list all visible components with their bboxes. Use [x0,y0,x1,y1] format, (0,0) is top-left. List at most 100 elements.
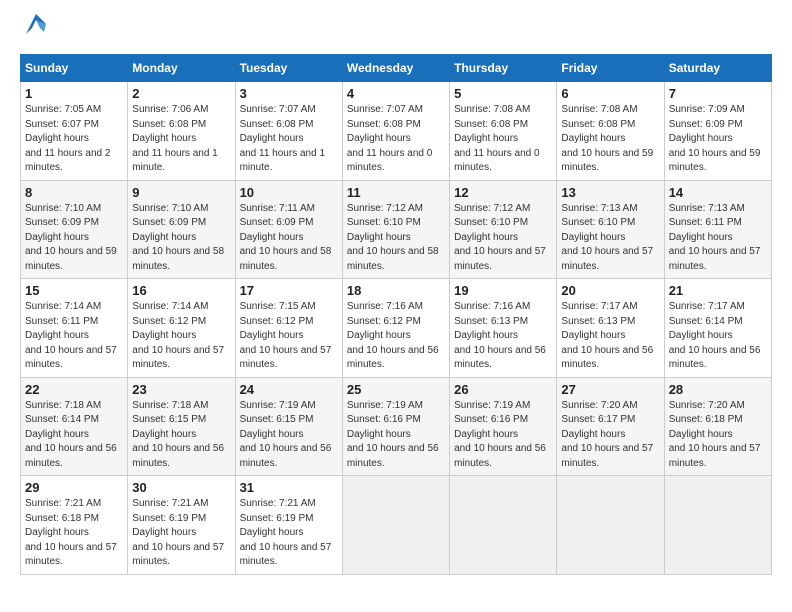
calendar-cell: 12 Sunrise: 7:12 AM Sunset: 6:10 PM Dayl… [450,180,557,279]
day-info: Sunrise: 7:07 AM Sunset: 6:08 PM Dayligh… [347,103,445,176]
day-info: Sunrise: 7:21 AM Sunset: 6:18 PM Dayligh… [25,497,123,570]
day-info: Sunrise: 7:21 AM Sunset: 6:19 PM Dayligh… [132,497,230,570]
weekday-header: Wednesday [342,55,449,82]
calendar-cell: 11 Sunrise: 7:12 AM Sunset: 6:10 PM Dayl… [342,180,449,279]
calendar-table: SundayMondayTuesdayWednesdayThursdayFrid… [20,54,772,575]
day-info: Sunrise: 7:20 AM Sunset: 6:18 PM Dayligh… [669,399,767,472]
day-number: 23 [132,382,230,397]
day-number: 18 [347,283,445,298]
calendar-cell: 7 Sunrise: 7:09 AM Sunset: 6:09 PM Dayli… [664,82,771,181]
calendar-cell [557,476,664,575]
day-number: 17 [240,283,338,298]
calendar-cell: 14 Sunrise: 7:13 AM Sunset: 6:11 PM Dayl… [664,180,771,279]
day-info: Sunrise: 7:19 AM Sunset: 6:16 PM Dayligh… [454,399,552,472]
day-number: 21 [669,283,767,298]
day-number: 25 [347,382,445,397]
day-info: Sunrise: 7:13 AM Sunset: 6:10 PM Dayligh… [561,202,659,275]
day-info: Sunrise: 7:10 AM Sunset: 6:09 PM Dayligh… [132,202,230,275]
calendar-cell: 6 Sunrise: 7:08 AM Sunset: 6:08 PM Dayli… [557,82,664,181]
calendar-cell [450,476,557,575]
day-info: Sunrise: 7:16 AM Sunset: 6:13 PM Dayligh… [454,300,552,373]
day-number: 13 [561,185,659,200]
day-number: 11 [347,185,445,200]
day-info: Sunrise: 7:17 AM Sunset: 6:14 PM Dayligh… [669,300,767,373]
calendar-cell: 28 Sunrise: 7:20 AM Sunset: 6:18 PM Dayl… [664,377,771,476]
day-number: 6 [561,86,659,101]
weekday-header: Sunday [21,55,128,82]
day-info: Sunrise: 7:13 AM Sunset: 6:11 PM Dayligh… [669,202,767,275]
day-number: 26 [454,382,552,397]
calendar-cell: 20 Sunrise: 7:17 AM Sunset: 6:13 PM Dayl… [557,279,664,378]
calendar-week-row: 15 Sunrise: 7:14 AM Sunset: 6:11 PM Dayl… [21,279,772,378]
calendar-cell: 19 Sunrise: 7:16 AM Sunset: 6:13 PM Dayl… [450,279,557,378]
day-number: 27 [561,382,659,397]
calendar-cell: 18 Sunrise: 7:16 AM Sunset: 6:12 PM Dayl… [342,279,449,378]
calendar-cell: 2 Sunrise: 7:06 AM Sunset: 6:08 PM Dayli… [128,82,235,181]
calendar-week-row: 22 Sunrise: 7:18 AM Sunset: 6:14 PM Dayl… [21,377,772,476]
calendar-cell: 30 Sunrise: 7:21 AM Sunset: 6:19 PM Dayl… [128,476,235,575]
day-number: 9 [132,185,230,200]
day-number: 12 [454,185,552,200]
calendar-cell: 13 Sunrise: 7:13 AM Sunset: 6:10 PM Dayl… [557,180,664,279]
day-number: 1 [25,86,123,101]
calendar-cell: 5 Sunrise: 7:08 AM Sunset: 6:08 PM Dayli… [450,82,557,181]
day-number: 8 [25,185,123,200]
calendar-cell: 4 Sunrise: 7:07 AM Sunset: 6:08 PM Dayli… [342,82,449,181]
day-info: Sunrise: 7:16 AM Sunset: 6:12 PM Dayligh… [347,300,445,373]
calendar-cell: 22 Sunrise: 7:18 AM Sunset: 6:14 PM Dayl… [21,377,128,476]
day-info: Sunrise: 7:18 AM Sunset: 6:14 PM Dayligh… [25,399,123,472]
day-number: 31 [240,480,338,495]
calendar-cell: 8 Sunrise: 7:10 AM Sunset: 6:09 PM Dayli… [21,180,128,279]
weekday-header: Tuesday [235,55,342,82]
day-info: Sunrise: 7:08 AM Sunset: 6:08 PM Dayligh… [454,103,552,176]
day-number: 10 [240,185,338,200]
day-number: 20 [561,283,659,298]
day-number: 30 [132,480,230,495]
calendar-cell: 17 Sunrise: 7:15 AM Sunset: 6:12 PM Dayl… [235,279,342,378]
calendar-cell: 1 Sunrise: 7:05 AM Sunset: 6:07 PM Dayli… [21,82,128,181]
day-info: Sunrise: 7:14 AM Sunset: 6:12 PM Dayligh… [132,300,230,373]
day-number: 15 [25,283,123,298]
day-number: 7 [669,86,767,101]
calendar-cell: 21 Sunrise: 7:17 AM Sunset: 6:14 PM Dayl… [664,279,771,378]
day-info: Sunrise: 7:19 AM Sunset: 6:15 PM Dayligh… [240,399,338,472]
day-info: Sunrise: 7:14 AM Sunset: 6:11 PM Dayligh… [25,300,123,373]
day-info: Sunrise: 7:19 AM Sunset: 6:16 PM Dayligh… [347,399,445,472]
calendar-cell: 10 Sunrise: 7:11 AM Sunset: 6:09 PM Dayl… [235,180,342,279]
day-info: Sunrise: 7:09 AM Sunset: 6:09 PM Dayligh… [669,103,767,176]
logo [20,20,50,44]
calendar-cell: 16 Sunrise: 7:14 AM Sunset: 6:12 PM Dayl… [128,279,235,378]
day-number: 28 [669,382,767,397]
day-number: 14 [669,185,767,200]
calendar-header-row: SundayMondayTuesdayWednesdayThursdayFrid… [21,55,772,82]
weekday-header: Thursday [450,55,557,82]
calendar-cell: 24 Sunrise: 7:19 AM Sunset: 6:15 PM Dayl… [235,377,342,476]
day-info: Sunrise: 7:07 AM Sunset: 6:08 PM Dayligh… [240,103,338,176]
day-number: 22 [25,382,123,397]
day-info: Sunrise: 7:08 AM Sunset: 6:08 PM Dayligh… [561,103,659,176]
day-info: Sunrise: 7:12 AM Sunset: 6:10 PM Dayligh… [454,202,552,275]
weekday-header: Monday [128,55,235,82]
day-info: Sunrise: 7:18 AM Sunset: 6:15 PM Dayligh… [132,399,230,472]
calendar-cell [342,476,449,575]
day-number: 5 [454,86,552,101]
day-info: Sunrise: 7:05 AM Sunset: 6:07 PM Dayligh… [25,103,123,176]
weekday-header: Saturday [664,55,771,82]
calendar-cell: 27 Sunrise: 7:20 AM Sunset: 6:17 PM Dayl… [557,377,664,476]
calendar-cell [664,476,771,575]
calendar-cell: 31 Sunrise: 7:21 AM Sunset: 6:19 PM Dayl… [235,476,342,575]
calendar-cell: 15 Sunrise: 7:14 AM Sunset: 6:11 PM Dayl… [21,279,128,378]
day-number: 16 [132,283,230,298]
calendar-cell: 29 Sunrise: 7:21 AM Sunset: 6:18 PM Dayl… [21,476,128,575]
logo-icon [22,10,50,38]
calendar-cell: 3 Sunrise: 7:07 AM Sunset: 6:08 PM Dayli… [235,82,342,181]
day-number: 24 [240,382,338,397]
day-info: Sunrise: 7:15 AM Sunset: 6:12 PM Dayligh… [240,300,338,373]
weekday-header: Friday [557,55,664,82]
day-number: 3 [240,86,338,101]
page-header [20,20,772,44]
day-number: 19 [454,283,552,298]
day-number: 4 [347,86,445,101]
day-number: 29 [25,480,123,495]
calendar-cell: 9 Sunrise: 7:10 AM Sunset: 6:09 PM Dayli… [128,180,235,279]
